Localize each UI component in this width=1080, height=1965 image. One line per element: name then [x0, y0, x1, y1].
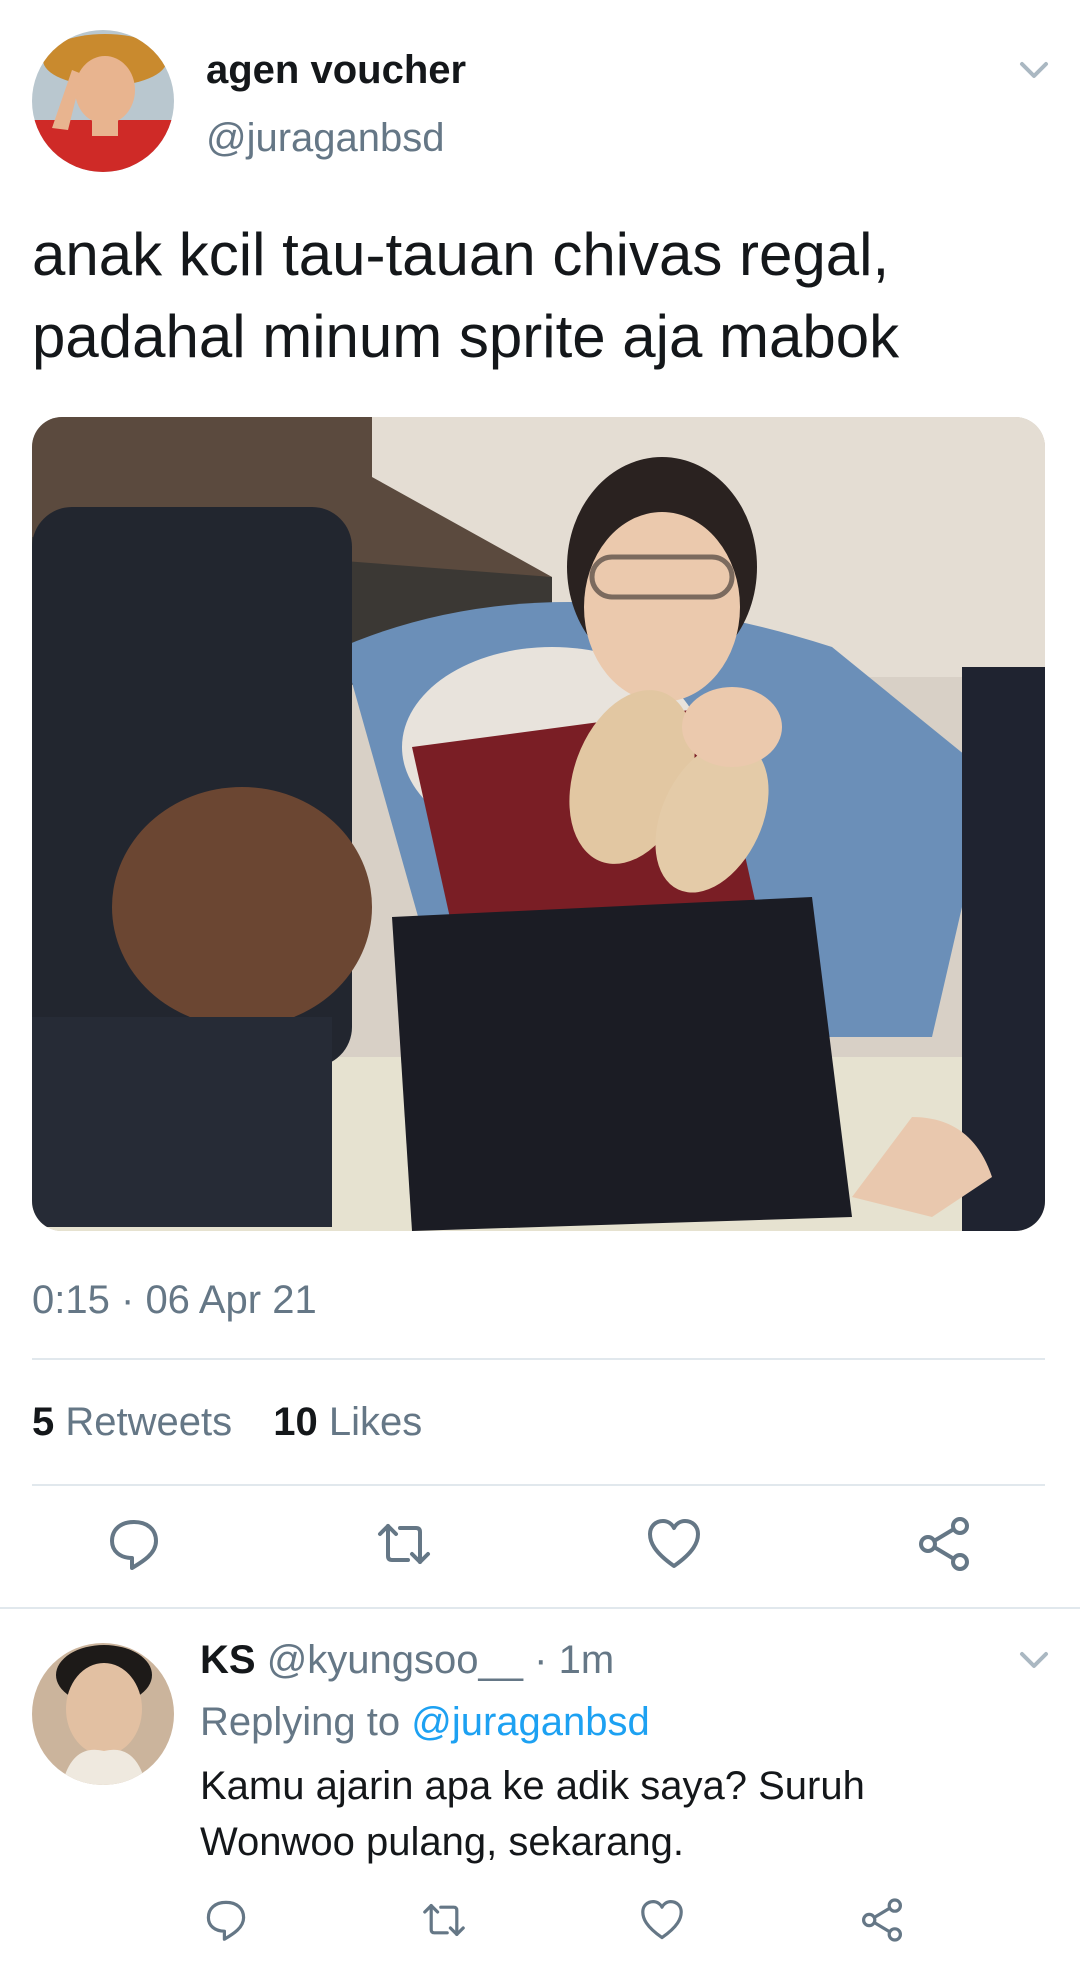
reply-author-name[interactable]: KS [200, 1638, 256, 1682]
reply-icon[interactable] [202, 1896, 250, 1944]
reply-text-line: Wonwoo pulang, sekarang. [200, 1820, 685, 1864]
retweets-stat[interactable]: 5 Retweets [32, 1400, 232, 1444]
reply-author-handle[interactable]: @kyungsoo__ [267, 1638, 523, 1682]
separator-dot: · [120, 1278, 135, 1322]
tweet-text: anak kcil tau-tauan chivas regal, padaha… [32, 214, 1042, 378]
likes-count: 10 [273, 1400, 318, 1444]
chevron-down-icon[interactable] [1014, 1640, 1054, 1680]
divider [0, 1607, 1080, 1609]
replying-label: Replying to [200, 1700, 401, 1744]
tweet-text-line: anak kcil tau-tauan chivas regal, [32, 221, 890, 288]
retweets-count: 5 [32, 1400, 55, 1444]
reply-text: Kamu ajarin apa ke adik saya? Suruh Wonw… [200, 1758, 1040, 1870]
retweets-label: Retweets [65, 1400, 233, 1444]
tweet-date: 06 Apr 21 [145, 1278, 317, 1322]
author-name[interactable]: agen voucher [206, 48, 466, 93]
reply-header: KS @kyungsoo__ · 1m [200, 1638, 614, 1683]
share-icon[interactable] [858, 1896, 906, 1944]
divider [32, 1484, 1045, 1486]
likes-label: Likes [328, 1400, 423, 1444]
reply-author-avatar[interactable] [32, 1643, 174, 1785]
tweet-timestamp[interactable]: 0:15 · 06 Apr 21 [32, 1278, 317, 1323]
tweet-time: 0:15 [32, 1278, 110, 1322]
retweet-icon[interactable] [374, 1514, 434, 1574]
reply-time: · 1m [534, 1638, 615, 1682]
reply-icon[interactable] [104, 1514, 164, 1574]
retweet-icon[interactable] [420, 1896, 468, 1944]
replying-to: Replying to @juraganbsd [200, 1700, 650, 1745]
heart-icon[interactable] [638, 1896, 686, 1944]
likes-stat[interactable]: 10 Likes [273, 1400, 422, 1444]
reply-text-line: Kamu ajarin apa ke adik saya? Suruh [200, 1764, 865, 1808]
tweet-text-line: padahal minum sprite aja mabok [32, 303, 900, 370]
tweet-photo[interactable] [32, 417, 1045, 1231]
tweet-stats: 5 Retweets 10 Likes [32, 1400, 452, 1445]
share-icon[interactable] [914, 1514, 974, 1574]
chevron-down-icon[interactable] [1014, 50, 1054, 90]
divider [32, 1358, 1045, 1360]
heart-icon[interactable] [644, 1514, 704, 1574]
author-handle[interactable]: @juraganbsd [206, 116, 445, 161]
author-avatar[interactable] [32, 30, 174, 172]
replying-mention[interactable]: @juraganbsd [411, 1700, 650, 1744]
